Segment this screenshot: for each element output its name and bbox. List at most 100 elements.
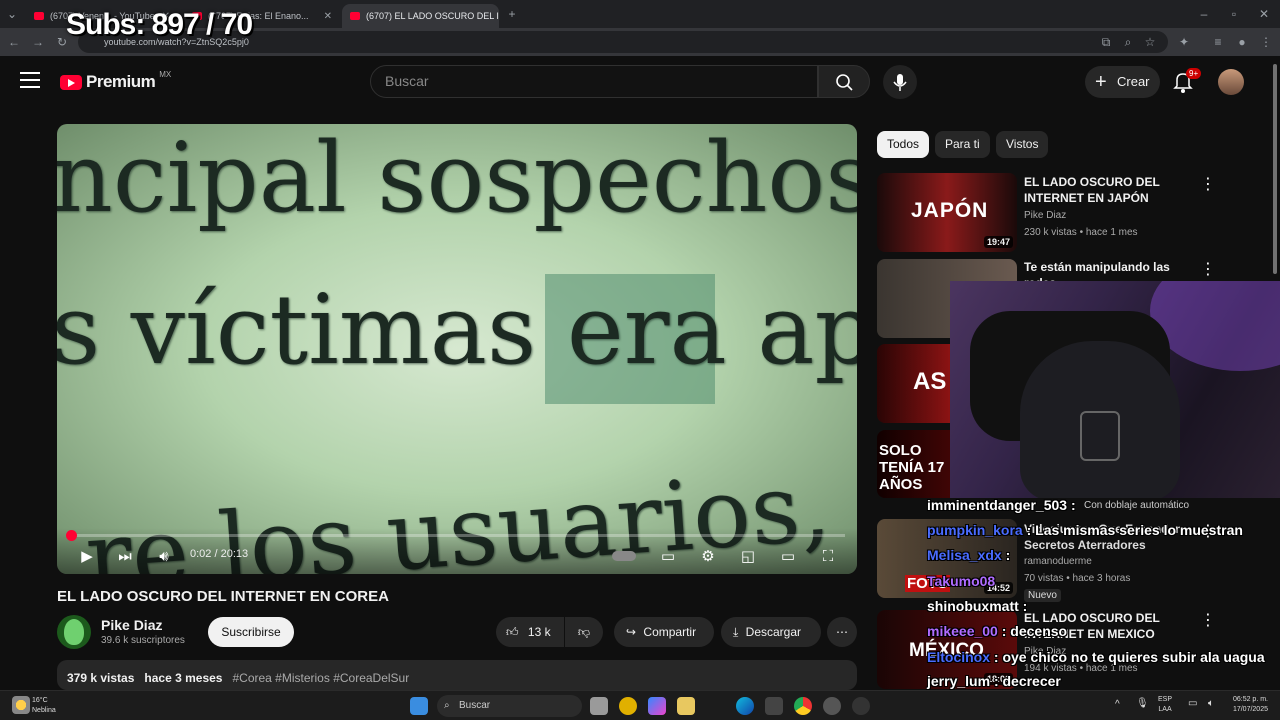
chip-vistos[interactable]: Vistos [996, 131, 1049, 158]
download-button[interactable]: ⤓ Descargar [721, 617, 821, 647]
more-actions-button[interactable]: ⋯ [827, 617, 857, 647]
youtube-favicon-icon [34, 12, 44, 20]
country-code: MX [159, 69, 172, 79]
video-player[interactable]: ncipal sospechoso, s víctimas era apoc r… [57, 124, 857, 574]
progress-scrubber[interactable] [66, 530, 77, 541]
share-button[interactable]: ↪ Compartir [614, 617, 714, 647]
volume-icon[interactable]: 🔊︎ [153, 546, 175, 568]
chat-text: : decenso [1001, 623, 1068, 639]
miniplayer-icon[interactable]: ◱ [737, 546, 759, 568]
weather-widget[interactable]: 16°C Neblina [32, 696, 56, 716]
edge-icon[interactable] [736, 697, 754, 715]
hashtags[interactable]: #Corea #Misterios #CoreaDelSur [232, 671, 409, 685]
related-title[interactable]: EL LADO OSCURO DEL INTERNET EN JAPÓN [1024, 174, 1194, 206]
theater-mode-icon[interactable]: ▭ [777, 546, 799, 568]
network-icon[interactable]: ▭ [1188, 699, 1197, 709]
subs-overlay: Subs: 897 / 70 [66, 8, 253, 41]
language-indicator[interactable]: ESP LAA [1158, 695, 1172, 715]
youtube-play-logo-icon [60, 74, 82, 90]
webcam-overlay [950, 281, 1280, 498]
obs-icon[interactable] [823, 697, 841, 715]
dislike-button[interactable]: 👎︎ [565, 617, 603, 647]
create-label: Crear [1117, 74, 1150, 89]
more-options-icon[interactable]: ⋮ [1200, 259, 1216, 279]
microphone-tray-icon[interactable]: 🎙︎ [1136, 699, 1149, 709]
taskbar-search[interactable]: ⌕ Buscar [437, 695, 582, 717]
thumbs-up-icon: 👍︎ [506, 625, 519, 639]
alien-avatar-icon [64, 619, 84, 645]
channel-name[interactable]: Pike Diaz [101, 617, 162, 633]
subtitles-icon[interactable]: ▭ [657, 546, 679, 568]
settings-gear-icon[interactable]: ⚙ [697, 546, 719, 568]
task-view-icon[interactable] [590, 697, 608, 715]
tab-list-icon[interactable]: ⌄ [4, 6, 20, 22]
media-icon[interactable]: ≡ [1210, 34, 1226, 50]
description-box[interactable]: 379 k vistas hace 3 meses #Corea #Mister… [57, 660, 857, 690]
fullscreen-icon[interactable]: ⛶ [817, 546, 839, 568]
back-icon[interactable]: ← [6, 34, 22, 50]
chat-text: : [1005, 547, 1011, 563]
voice-search-button[interactable] [883, 65, 917, 99]
chat-message: Takumo08 [927, 573, 995, 589]
app-icon-3[interactable] [852, 697, 870, 715]
app-icon-2[interactable] [765, 697, 783, 715]
chat-message: Eltocinox : oye chico no te quieres subi… [927, 649, 1265, 665]
create-button[interactable]: + Crear [1085, 66, 1160, 98]
file-explorer-icon[interactable] [677, 697, 695, 715]
share-arrow-icon: ↪ [626, 625, 637, 639]
subscribe-button[interactable]: Suscribirse [208, 617, 294, 647]
extensions-icon[interactable]: ✦ [1176, 34, 1192, 50]
copilot-icon[interactable] [648, 697, 666, 715]
browser-tab-3-active[interactable]: (6707) EL LADO OSCURO DEL I ✕ [342, 4, 499, 28]
chip-para-ti[interactable]: Para ti [935, 131, 990, 158]
clock-date: 17/07/2025 [1232, 706, 1268, 713]
more-options-icon[interactable]: ⋮ [1200, 610, 1216, 630]
chat-message: pumpkin_kora : Las mismas series lo mues… [927, 522, 1243, 538]
account-avatar[interactable] [1218, 69, 1244, 95]
video-frame-text-1: ncipal sospechoso, [57, 124, 857, 234]
close-window-icon[interactable]: ✕ [1256, 6, 1272, 22]
play-icon[interactable]: ▶ [77, 546, 97, 568]
more-options-icon[interactable]: ⋮ [1200, 174, 1216, 194]
youtube-premium-logo[interactable]: Premium MX [60, 69, 172, 92]
next-icon[interactable]: ⏭ [115, 546, 135, 568]
app-icon-1[interactable] [619, 697, 637, 715]
youtube-header: Premium MX Buscar + Crear 9+ [0, 56, 1270, 108]
close-tab-icon[interactable]: ✕ [324, 11, 332, 22]
chat-text: : Las mismas series lo muestran [1026, 522, 1243, 538]
bookmark-star-icon[interactable]: ☆ [1142, 34, 1158, 50]
chat-message: imminentdanger_503 : [927, 497, 1076, 513]
chat-message: mikeee_00 : decenso [927, 623, 1067, 639]
forward-icon[interactable]: → [30, 34, 46, 50]
weather-temp: 16°C [32, 697, 48, 704]
profile-icon[interactable]: ● [1234, 34, 1250, 50]
chat-username: shinobuxmatt [927, 598, 1019, 614]
chip-todos[interactable]: Todos [877, 131, 930, 158]
related-thumbnail[interactable]: JAPÓN 19:47 [877, 173, 1017, 252]
minimize-icon[interactable]: – [1196, 6, 1212, 22]
weather-icon[interactable] [12, 696, 30, 714]
menu-dots-icon[interactable]: ⋮ [1258, 34, 1274, 50]
windows-start-icon[interactable] [410, 697, 428, 715]
search-input[interactable]: Buscar [370, 65, 818, 98]
weather-text: Neblina [32, 707, 56, 714]
channel-avatar[interactable] [57, 615, 91, 649]
progress-bar[interactable] [66, 530, 845, 541]
search-button[interactable] [818, 65, 870, 98]
view-count: 379 k vistas [67, 671, 135, 685]
system-clock[interactable]: 06:52 p. m. 17/07/2025 [1224, 695, 1268, 715]
like-button[interactable]: 👍︎ 13 k [496, 617, 564, 647]
related-channel[interactable]: Pike Diaz [1024, 210, 1066, 221]
scrollbar-thumb[interactable] [1273, 64, 1277, 274]
maximize-icon[interactable]: ▫ [1226, 6, 1242, 22]
new-tab-icon[interactable]: + [504, 6, 520, 22]
autoplay-toggle[interactable] [611, 546, 637, 568]
show-hidden-icons[interactable]: ^ [1115, 700, 1120, 710]
chrome-icon[interactable] [794, 697, 812, 715]
cast-icon[interactable]: ⧉ [1098, 34, 1114, 50]
related-channel[interactable]: ramanoduerme [1024, 556, 1092, 567]
hamburger-menu-icon[interactable] [20, 72, 40, 88]
speaker-icon[interactable]: 🔈︎ [1208, 699, 1214, 709]
zoom-icon[interactable]: ⌕ [1120, 34, 1136, 50]
duration-badge: 19:47 [983, 236, 1013, 248]
